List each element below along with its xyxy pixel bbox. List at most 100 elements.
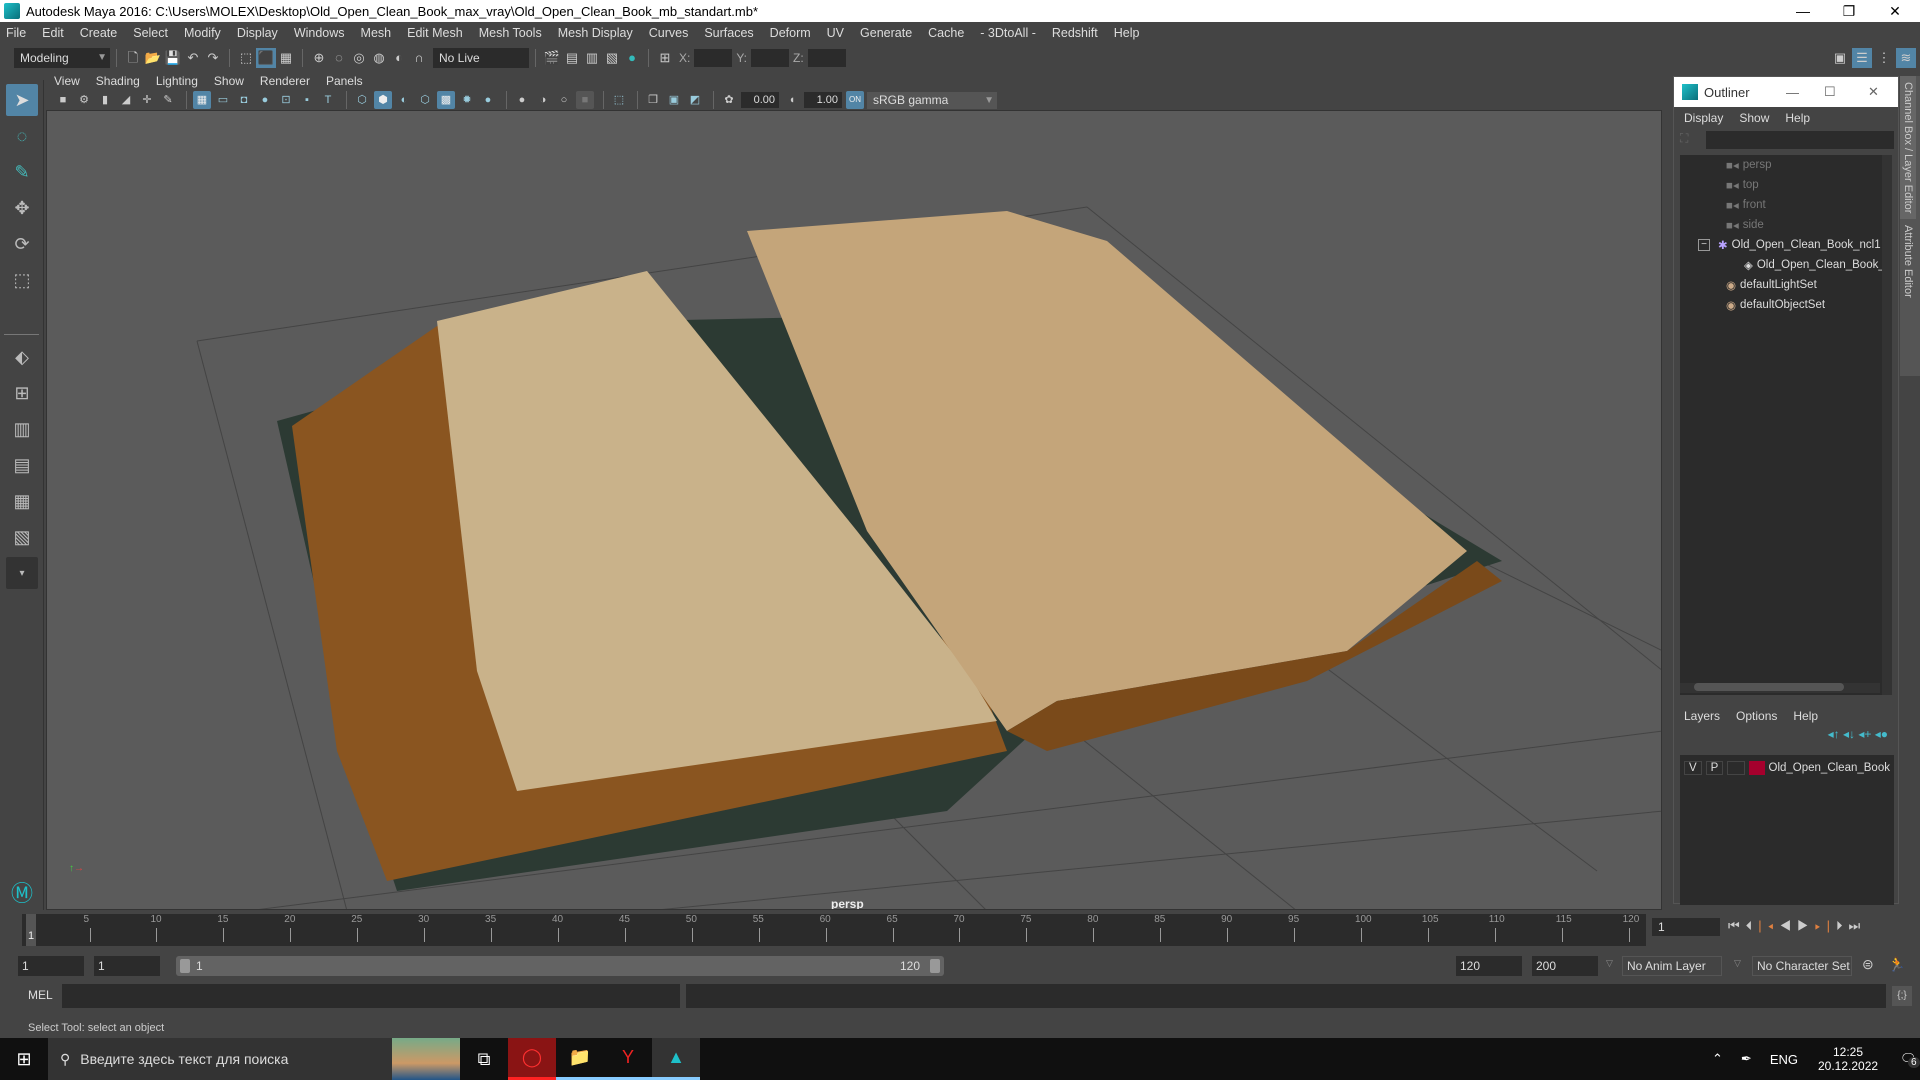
range-end-handle[interactable] — [930, 959, 940, 973]
menu-create[interactable]: Create — [80, 26, 118, 40]
outliner-item[interactable]: ■◂ side — [1680, 215, 1892, 235]
snap-curve-icon[interactable]: ◌ — [329, 48, 349, 68]
animation-preferences-icon[interactable]: 🏃 — [1888, 956, 1905, 973]
gamma-field[interactable]: 1.00 — [804, 92, 842, 108]
channel-box-icon[interactable]: ≋ — [1896, 48, 1916, 68]
motion-blur-icon[interactable]: ◑ — [534, 91, 552, 109]
snap-point-icon[interactable]: ◎ — [349, 48, 369, 68]
outliner-item[interactable]: ■◂ top — [1680, 175, 1892, 195]
outliner-maximize-button[interactable]: ☐ — [1824, 84, 1836, 100]
layer-menu-layers[interactable]: Layers — [1684, 709, 1720, 723]
layer-menu-options[interactable]: Options — [1736, 709, 1777, 723]
render-view-icon[interactable]: ● — [622, 48, 642, 68]
color-management-toggle-icon[interactable]: ON — [846, 91, 864, 109]
move-layer-up-icon[interactable]: ◂↑ — [1828, 727, 1840, 741]
redo-icon[interactable]: ↷ — [203, 48, 223, 68]
prev-key-icon[interactable]: |◂ — [1758, 918, 1779, 933]
task-view-icon[interactable]: ⧉ — [460, 1038, 508, 1080]
grease-pencil-icon[interactable]: ✎ — [159, 91, 177, 109]
x-field[interactable] — [694, 49, 733, 67]
play-backward-icon[interactable]: ◀ — [1779, 918, 1797, 933]
panel-menu-panels[interactable]: Panels — [326, 74, 363, 88]
tray-overflow-icon[interactable]: ⌃ — [1712, 1051, 1723, 1067]
single-perspective-layout-icon[interactable]: ⬖ — [6, 341, 38, 373]
anim-layer-dropdown[interactable]: No Anim Layer — [1622, 956, 1722, 976]
camera-attributes-icon[interactable]: ⚙ — [75, 91, 93, 109]
ipr-render-icon[interactable]: ▤ — [562, 48, 582, 68]
panel-menu-show[interactable]: Show — [214, 74, 244, 88]
layer-menu-help[interactable]: Help — [1793, 709, 1818, 723]
language-indicator[interactable]: ENG — [1770, 1052, 1798, 1067]
outliner-item[interactable]: ■◂ front — [1680, 195, 1892, 215]
panel-menu-lighting[interactable]: Lighting — [156, 74, 198, 88]
attribute-editor-toggle-icon[interactable]: ☰ — [1852, 48, 1872, 68]
script-editor-icon[interactable]: {;} — [1892, 986, 1912, 1006]
menu-deform[interactable]: Deform — [770, 26, 811, 40]
outliner-horizontal-scrollbar[interactable] — [1680, 683, 1880, 693]
outliner-menu-display[interactable]: Display — [1684, 111, 1723, 125]
tab-channel-box-layer-editor[interactable]: Channel Box / Layer Editor — [1900, 76, 1916, 220]
xray-joints-icon[interactable]: ❐ — [644, 91, 662, 109]
2d-pan-zoom-icon[interactable]: ✛ — [138, 91, 156, 109]
panel-menu-shading[interactable]: Shading — [96, 74, 140, 88]
character-set-dropdown[interactable]: No Character Set — [1752, 956, 1852, 976]
xray-icon[interactable]: ⬡ — [416, 91, 434, 109]
menu-mesh-tools[interactable]: Mesh Tools — [479, 26, 542, 40]
range-start-handle[interactable] — [180, 959, 190, 973]
new-layer-icon[interactable]: ◂+ — [1858, 727, 1871, 741]
tab-attribute-editor[interactable]: Attribute Editor — [1900, 219, 1916, 304]
outliner-search-input[interactable] — [1706, 131, 1894, 149]
save-scene-icon[interactable]: 💾 — [163, 48, 183, 68]
maya-taskbar-icon[interactable]: ▲ — [652, 1038, 700, 1080]
menu-edit[interactable]: Edit — [42, 26, 64, 40]
viewport-persp[interactable]: ↑→ persp — [46, 110, 1662, 910]
outliner-menu-help[interactable]: Help — [1785, 111, 1810, 125]
restore-button[interactable]: ❐ — [1826, 0, 1872, 22]
outliner-item[interactable]: ■◂ persp — [1680, 155, 1892, 175]
isolate-select-icon[interactable]: ⬚ — [610, 91, 628, 109]
shadows-icon[interactable]: ● — [479, 91, 497, 109]
go-to-end-icon[interactable]: ⏭ — [1848, 918, 1866, 933]
step-back-icon[interactable]: ⏴ — [1746, 918, 1759, 933]
camera-icon[interactable]: ■ — [54, 91, 72, 109]
gate-mask-icon[interactable]: ● — [256, 91, 274, 109]
safe-title-icon[interactable]: T — [319, 91, 337, 109]
menu-modify[interactable]: Modify — [184, 26, 221, 40]
select-hierarchy-icon[interactable]: ⬚ — [236, 48, 256, 68]
current-frame-field[interactable]: 1 — [1652, 918, 1720, 936]
undo-icon[interactable]: ↶ — [183, 48, 203, 68]
opera-browser-icon[interactable]: ◯ — [508, 1038, 556, 1080]
smooth-shade-icon[interactable]: ⬢ — [374, 91, 392, 109]
notifications-icon[interactable]: 🗨6 — [1900, 1051, 1920, 1068]
transform-mode-icon[interactable]: ⊞ — [655, 48, 675, 68]
magnet-icon[interactable]: ∩ — [409, 48, 429, 68]
chevron-down-icon[interactable]: ▽ — [1606, 958, 1613, 969]
auto-key-icon[interactable]: ⊜ — [1862, 956, 1874, 973]
collapse-icon[interactable]: − — [1698, 239, 1710, 251]
menu-curves[interactable]: Curves — [649, 26, 689, 40]
rotate-tool-icon[interactable]: ⟳ — [6, 228, 38, 260]
new-layer-selected-icon[interactable]: ◂● — [1875, 727, 1888, 741]
move-tool-icon[interactable]: ✥ — [6, 192, 38, 224]
close-button[interactable]: ✕ — [1872, 0, 1918, 22]
display-type-toggle[interactable] — [1727, 761, 1745, 775]
minimize-button[interactable]: — — [1780, 0, 1826, 22]
select-component-icon[interactable]: ▦ — [276, 48, 296, 68]
pen-icon[interactable]: ✒ — [1741, 1051, 1752, 1067]
field-chart-icon[interactable]: ⊡ — [277, 91, 295, 109]
image-plane-icon[interactable]: ◢ — [117, 91, 135, 109]
menu-edit-mesh[interactable]: Edit Mesh — [407, 26, 463, 40]
filter-icon[interactable]: ⛶ — [1680, 131, 1700, 149]
yandex-browser-icon[interactable]: Y — [604, 1038, 652, 1080]
clock[interactable]: 12:25 20.12.2022 — [1818, 1045, 1878, 1073]
render-settings-icon[interactable]: ▥ — [582, 48, 602, 68]
next-key-icon[interactable]: ▸| — [1815, 918, 1836, 933]
bookmark-icon[interactable]: ▮ — [96, 91, 114, 109]
more-layouts-icon[interactable]: ▾ — [6, 557, 38, 589]
anti-aliasing-icon[interactable]: ○ — [555, 91, 573, 109]
select-tool-icon[interactable]: ➤ — [6, 84, 38, 116]
resolution-gate-icon[interactable]: ◘ — [235, 91, 253, 109]
texture-view-icon[interactable]: ◩ — [686, 91, 704, 109]
persp-graph-layout-icon[interactable]: ▤ — [6, 449, 38, 481]
lasso-tool-icon[interactable]: ◌ — [6, 120, 38, 152]
